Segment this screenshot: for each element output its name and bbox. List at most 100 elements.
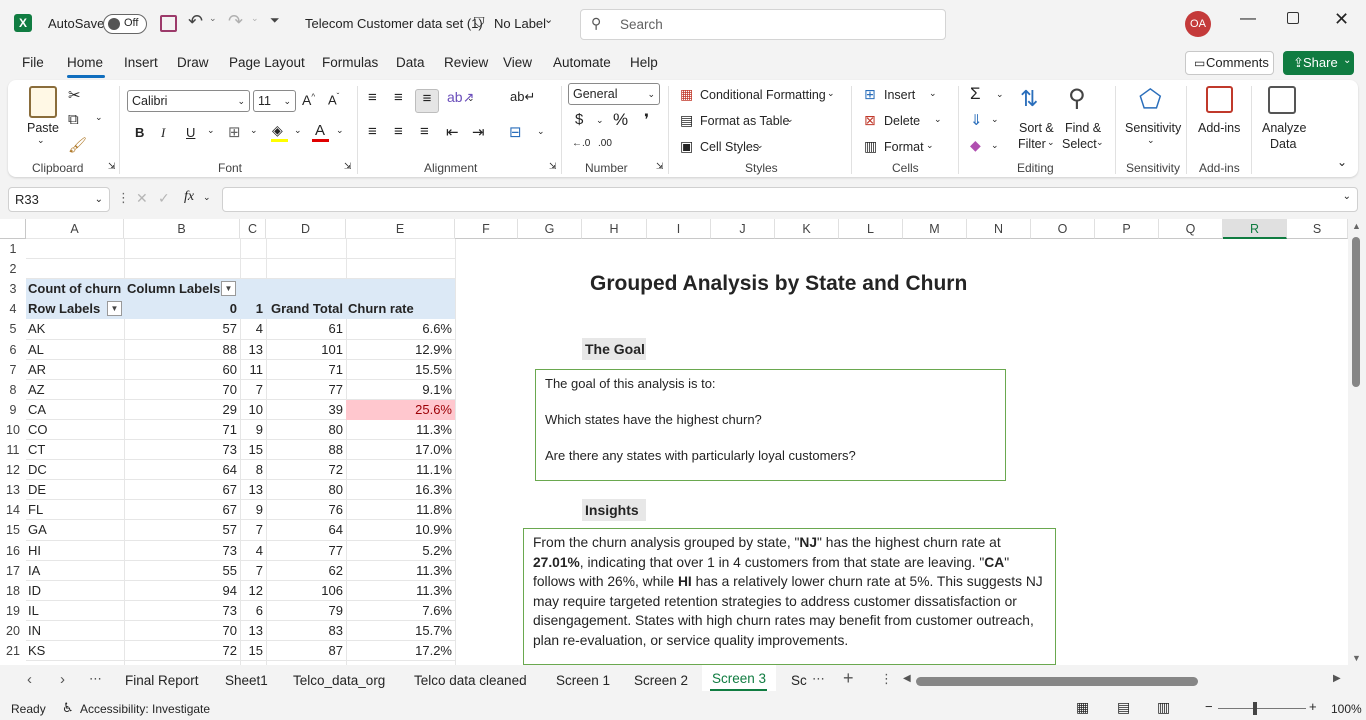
chevron-down-icon[interactable]: ⌄ (934, 114, 942, 125)
pivot-grand-total[interactable]: 79 (266, 601, 346, 621)
tab-review[interactable]: Review (444, 55, 488, 70)
pivot-value-0[interactable]: 71 (124, 420, 240, 440)
pivot-row-label[interactable]: DC (26, 460, 124, 480)
row-header[interactable]: 7 (0, 359, 26, 380)
cell-styles-icon[interactable]: ▣ (680, 138, 693, 155)
format-as-table-button[interactable]: Format as Table (700, 114, 789, 128)
insert-cells-button[interactable]: Insert (884, 88, 915, 102)
pivot-grand-total[interactable]: 64 (266, 520, 346, 540)
pivot-value-0[interactable]: 94 (124, 581, 240, 601)
decrease-decimal-icon[interactable]: .00 (598, 138, 612, 149)
chevron-down-icon[interactable]: ⌄ (786, 114, 794, 125)
scroll-left-icon[interactable]: ◀ (903, 673, 911, 684)
borders-icon[interactable]: ⊞ (228, 123, 241, 141)
normal-view-icon[interactable]: ▦ (1076, 699, 1089, 716)
tab-automate[interactable]: Automate (553, 55, 611, 70)
pivot-value-1[interactable]: 8 (240, 460, 266, 480)
next-sheet-icon[interactable]: › (60, 671, 65, 688)
insert-cells-icon[interactable]: ⊞ (864, 86, 876, 103)
sort-filter-label-2[interactable]: Filter (1018, 137, 1046, 151)
pivot-grand-total[interactable]: 83 (266, 621, 346, 641)
pivot-row-label[interactable]: CO (26, 420, 124, 440)
align-left-icon[interactable]: ≡ (368, 123, 377, 140)
chevron-down-icon[interactable]: ⌄ (929, 88, 937, 99)
dialog-launcher-icon[interactable]: ⇲ (344, 161, 352, 172)
pivot-churn-rate[interactable]: 17.2% (346, 641, 455, 661)
chevron-down-icon[interactable]: ⌄ (37, 135, 45, 146)
insights-textbox[interactable]: From the churn analysis grouped by state… (523, 528, 1056, 665)
row-header[interactable]: 18 (0, 580, 26, 601)
pivot-value-1[interactable]: 9 (240, 420, 266, 440)
cancel-icon[interactable]: ✕ (136, 190, 148, 207)
pivot-value-0[interactable]: 55 (124, 561, 240, 581)
autosave-toggle[interactable]: Off (103, 14, 147, 34)
redo-icon[interactable]: ↷ (228, 11, 243, 32)
sensitivity-button[interactable]: Sensitivity (1125, 121, 1181, 135)
restore-icon[interactable] (1287, 12, 1299, 24)
analyze-data-icon[interactable] (1268, 86, 1296, 114)
minimize-icon[interactable]: — (1240, 10, 1256, 28)
chevron-down-icon[interactable]: ⌄ (991, 140, 999, 151)
customize-toolbar-icon[interactable]: ⏷ (270, 13, 280, 28)
format-painter-icon[interactable]: 🖌 (68, 136, 87, 154)
increase-font-icon[interactable]: A^ (302, 92, 315, 108)
page-layout-view-icon[interactable]: ▤ (1117, 699, 1130, 716)
pivot-row-label[interactable]: CT (26, 440, 124, 460)
sheet-tab-screen-3[interactable]: Screen 3 (712, 671, 766, 686)
column-header[interactable]: D (266, 219, 346, 239)
row-header[interactable]: 16 (0, 540, 26, 561)
row-header[interactable]: 9 (0, 399, 26, 420)
paste-icon[interactable] (29, 86, 57, 118)
paste-label[interactable]: Paste (27, 121, 59, 135)
pivot-row-label[interactable]: IN (26, 621, 124, 641)
pivot-churn-rate[interactable]: 10.9% (346, 520, 455, 540)
column-header[interactable]: C (240, 219, 266, 239)
row-header[interactable]: 6 (0, 339, 26, 360)
conditional-formatting-button[interactable]: Conditional Formatting (700, 88, 826, 102)
zoom-slider-thumb[interactable] (1253, 702, 1257, 715)
enter-icon[interactable]: ✓ (158, 190, 170, 207)
chevron-down-icon[interactable]: ⌄ (250, 125, 258, 136)
pivot-churn-rate[interactable]: 11.3% (346, 561, 455, 581)
column-header[interactable]: E (346, 219, 455, 239)
zoom-out-icon[interactable]: − (1205, 699, 1213, 714)
pivot-churn-rate[interactable]: 5.2% (346, 541, 455, 561)
chevron-down-icon[interactable]: ⌄ (1047, 137, 1055, 148)
pivot-churn-rate[interactable]: 7.6% (346, 601, 455, 621)
pivot-col-1[interactable]: 1 (240, 299, 266, 319)
wrap-text-icon[interactable]: ab↵ (510, 89, 535, 105)
zoom-slider[interactable] (1218, 708, 1306, 709)
clear-icon[interactable]: ◆ (970, 137, 981, 154)
delete-cells-icon[interactable]: ⊠ (864, 112, 876, 129)
filter-dropdown-icon[interactable]: ▼ (221, 281, 236, 296)
sheet-tab-screen-2[interactable]: Screen 2 (634, 673, 688, 688)
pivot-row-label[interactable]: GA (26, 520, 124, 540)
addins-icon[interactable] (1206, 86, 1233, 113)
pivot-row-label[interactable]: KS (26, 641, 124, 661)
pivot-value-1[interactable]: 10 (240, 400, 266, 420)
sensitivity-icon[interactable]: ⬠ (1139, 84, 1162, 115)
tab-view[interactable]: View (503, 55, 532, 70)
font-size-select[interactable]: 11 ⌄ (253, 90, 296, 112)
pivot-churn-rate[interactable]: 11.1% (346, 460, 455, 480)
pivot-value-1[interactable]: 11 (240, 360, 266, 380)
format-table-icon[interactable]: ▤ (680, 112, 693, 129)
pivot-churn-rate[interactable]: 16.3% (346, 480, 455, 500)
sheet-tab-screen-1[interactable]: Screen 1 (556, 673, 610, 688)
number-format-select[interactable]: General ⌄ (568, 83, 660, 105)
underline-icon[interactable]: U (186, 125, 195, 140)
chevron-down-icon[interactable]: ⌄ (294, 125, 302, 136)
sheet-tab-telco-data-cleaned[interactable]: Telco data cleaned (414, 673, 527, 688)
chevron-down-icon[interactable]: ⌄ (827, 88, 835, 99)
pivot-row-label[interactable]: AL (26, 340, 124, 360)
column-header[interactable]: P (1095, 219, 1159, 239)
pivot-churn-rate[interactable]: 11.8% (346, 500, 455, 520)
chevron-down-icon[interactable]: ⌄ (544, 13, 553, 26)
pivot-row-label[interactable]: AK (26, 319, 124, 339)
pivot-grand-total[interactable]: 76 (266, 500, 346, 520)
zoom-level[interactable]: 100% (1331, 702, 1362, 716)
pivot-grand-total[interactable]: 106 (266, 581, 346, 601)
column-header[interactable]: B (124, 219, 240, 239)
tab-home[interactable]: Home (67, 55, 103, 70)
filter-dropdown-icon[interactable]: ▼ (107, 301, 122, 317)
